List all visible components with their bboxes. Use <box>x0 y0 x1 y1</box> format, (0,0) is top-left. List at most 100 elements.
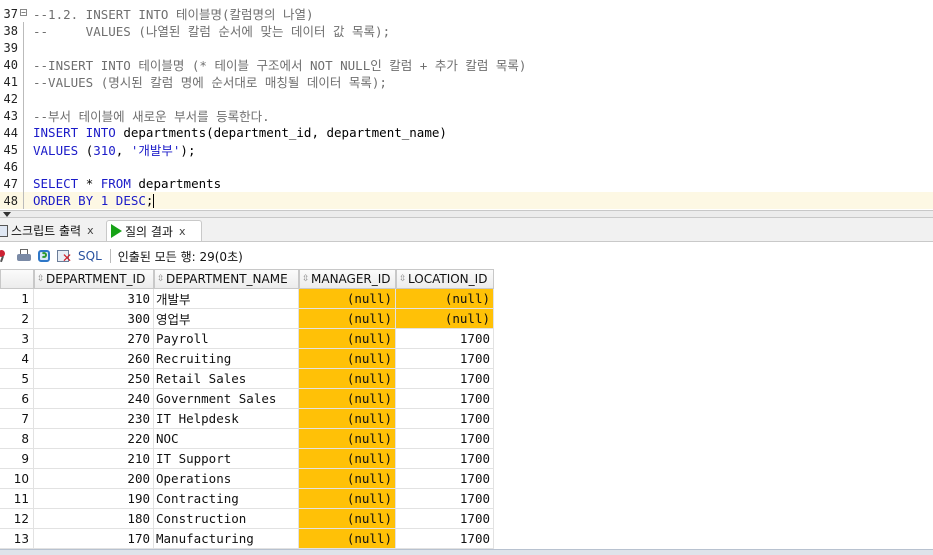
code-line[interactable]: 39 <box>0 39 933 56</box>
row-number[interactable]: 5 <box>0 369 34 389</box>
close-icon[interactable]: x <box>179 225 186 238</box>
row-number[interactable]: 9 <box>0 449 34 469</box>
panel-splitter[interactable] <box>0 210 933 218</box>
fold-toggle-icon[interactable]: − <box>18 5 28 22</box>
table-row[interactable]: 2 300 영업부 (null) (null) <box>0 309 933 329</box>
table-row[interactable]: 7 230 IT Helpdesk (null) 1700 <box>0 409 933 429</box>
sort-icon[interactable]: ⇳ <box>157 275 165 284</box>
cell-manager-id[interactable]: (null) <box>299 529 396 549</box>
cell-location-id[interactable]: 1700 <box>396 409 494 429</box>
cell-location-id[interactable]: 1700 <box>396 329 494 349</box>
cell-manager-id[interactable]: (null) <box>299 309 396 329</box>
sql-editor[interactable]: 37− --1.2. INSERT INTO 테이블명(칼럼명의 나열) 38 -- … <box>0 0 933 210</box>
cell-department-name[interactable]: IT Support <box>154 449 299 469</box>
table-row[interactable]: 11 190 Contracting (null) 1700 <box>0 489 933 509</box>
cell-manager-id[interactable]: (null) <box>299 289 396 309</box>
column-header-manager-id[interactable]: ⇳ MANAGER_ID <box>299 269 396 289</box>
row-number[interactable]: 13 <box>0 529 34 549</box>
cell-department-id[interactable]: 210 <box>34 449 154 469</box>
cell-department-id[interactable]: 200 <box>34 469 154 489</box>
row-number[interactable]: 4 <box>0 349 34 369</box>
cell-manager-id[interactable]: (null) <box>299 329 396 349</box>
cell-location-id[interactable]: 1700 <box>396 349 494 369</box>
table-row[interactable]: 1 310 개발부 (null) (null) <box>0 289 933 309</box>
refresh-icon[interactable] <box>36 248 52 264</box>
code-line[interactable]: 47 SELECT * FROM departments <box>0 175 933 192</box>
cell-location-id[interactable]: 1700 <box>396 449 494 469</box>
cell-department-id[interactable]: 220 <box>34 429 154 449</box>
cell-manager-id[interactable]: (null) <box>299 349 396 369</box>
sort-icon[interactable]: ⇳ <box>37 275 45 284</box>
cell-location-id[interactable]: 1700 <box>396 489 494 509</box>
cell-department-name[interactable]: Payroll <box>154 329 299 349</box>
cell-location-id[interactable]: 1700 <box>396 509 494 529</box>
cell-department-name[interactable]: IT Helpdesk <box>154 409 299 429</box>
table-row[interactable]: 9 210 IT Support (null) 1700 <box>0 449 933 469</box>
column-header-department-name[interactable]: ⇳ DEPARTMENT_NAME <box>154 269 299 289</box>
cell-manager-id[interactable]: (null) <box>299 489 396 509</box>
code-line[interactable]: 42 <box>0 90 933 107</box>
cell-manager-id[interactable]: (null) <box>299 469 396 489</box>
code-line[interactable]: 43 --부서 테이블에 새로운 부서를 등록한다. <box>0 107 933 124</box>
table-row[interactable]: 4 260 Recruiting (null) 1700 <box>0 349 933 369</box>
close-icon[interactable]: x <box>87 224 94 237</box>
cell-location-id[interactable]: 1700 <box>396 469 494 489</box>
query-result-grid[interactable]: ⇳ DEPARTMENT_ID ⇳ DEPARTMENT_NAME ⇳ MANA… <box>0 269 933 555</box>
cell-location-id[interactable]: 1700 <box>396 369 494 389</box>
cell-manager-id[interactable]: (null) <box>299 509 396 529</box>
cell-department-id[interactable]: 300 <box>34 309 154 329</box>
row-number[interactable]: 6 <box>0 389 34 409</box>
code-line[interactable]: 48 ORDER BY 1 DESC; <box>0 192 933 209</box>
table-row[interactable]: 6 240 Government Sales (null) 1700 <box>0 389 933 409</box>
row-number[interactable]: 3 <box>0 329 34 349</box>
code-line[interactable]: 45 VALUES (310, '개발부'); <box>0 141 933 158</box>
cell-location-id[interactable]: 1700 <box>396 529 494 549</box>
code-line[interactable]: 37− --1.2. INSERT INTO 테이블명(칼럼명의 나열) <box>0 5 933 23</box>
table-row[interactable]: 8 220 NOC (null) 1700 <box>0 429 933 449</box>
cell-department-name[interactable]: Manufacturing <box>154 529 299 549</box>
cell-department-id[interactable]: 250 <box>34 369 154 389</box>
cell-department-id[interactable]: 180 <box>34 509 154 529</box>
table-row[interactable]: 5 250 Retail Sales (null) 1700 <box>0 369 933 389</box>
row-number[interactable]: 1 <box>0 289 34 309</box>
row-number[interactable]: 12 <box>0 509 34 529</box>
cell-department-name[interactable]: 개발부 <box>154 289 299 309</box>
cell-department-id[interactable]: 270 <box>34 329 154 349</box>
cell-manager-id[interactable]: (null) <box>299 429 396 449</box>
row-number[interactable]: 8 <box>0 429 34 449</box>
cell-manager-id[interactable]: (null) <box>299 409 396 429</box>
cell-department-id[interactable]: 310 <box>34 289 154 309</box>
cell-location-id[interactable]: (null) <box>396 309 494 329</box>
cell-manager-id[interactable]: (null) <box>299 369 396 389</box>
sql-button[interactable]: SQL <box>78 249 102 263</box>
cell-location-id[interactable]: (null) <box>396 289 494 309</box>
cell-department-id[interactable]: 230 <box>34 409 154 429</box>
cell-department-name[interactable]: Government Sales <box>154 389 299 409</box>
collapse-arrow-icon[interactable] <box>3 212 11 217</box>
print-icon[interactable] <box>16 248 32 264</box>
row-number[interactable]: 7 <box>0 409 34 429</box>
tab-query-result[interactable]: 질의 결과 x <box>106 220 202 241</box>
cell-department-name[interactable]: Recruiting <box>154 349 299 369</box>
pin-icon[interactable] <box>0 248 12 264</box>
table-row[interactable]: 3 270 Payroll (null) 1700 <box>0 329 933 349</box>
cell-department-name[interactable]: 영업부 <box>154 309 299 329</box>
cell-department-id[interactable]: 190 <box>34 489 154 509</box>
code-line[interactable]: 38 -- VALUES (나열된 칼럼 순서에 맞는 데이터 값 목록); <box>0 22 933 39</box>
table-row[interactable]: 10 200 Operations (null) 1700 <box>0 469 933 489</box>
table-row[interactable]: 13 170 Manufacturing (null) 1700 <box>0 529 933 549</box>
code-line[interactable]: 44 INSERT INTO departments(department_id,… <box>0 124 933 141</box>
cell-location-id[interactable]: 1700 <box>396 389 494 409</box>
cell-department-name[interactable]: Retail Sales <box>154 369 299 389</box>
cell-manager-id[interactable]: (null) <box>299 389 396 409</box>
cell-department-id[interactable]: 170 <box>34 529 154 549</box>
cell-department-id[interactable]: 260 <box>34 349 154 369</box>
column-header-location-id[interactable]: ⇳ LOCATION_ID <box>396 269 494 289</box>
cell-manager-id[interactable]: (null) <box>299 449 396 469</box>
sort-icon[interactable]: ⇳ <box>302 275 310 284</box>
row-number[interactable]: 10 <box>0 469 34 489</box>
cell-location-id[interactable]: 1700 <box>396 429 494 449</box>
cancel-icon[interactable]: ✕ <box>56 248 72 264</box>
cell-department-name[interactable]: NOC <box>154 429 299 449</box>
row-number[interactable]: 2 <box>0 309 34 329</box>
